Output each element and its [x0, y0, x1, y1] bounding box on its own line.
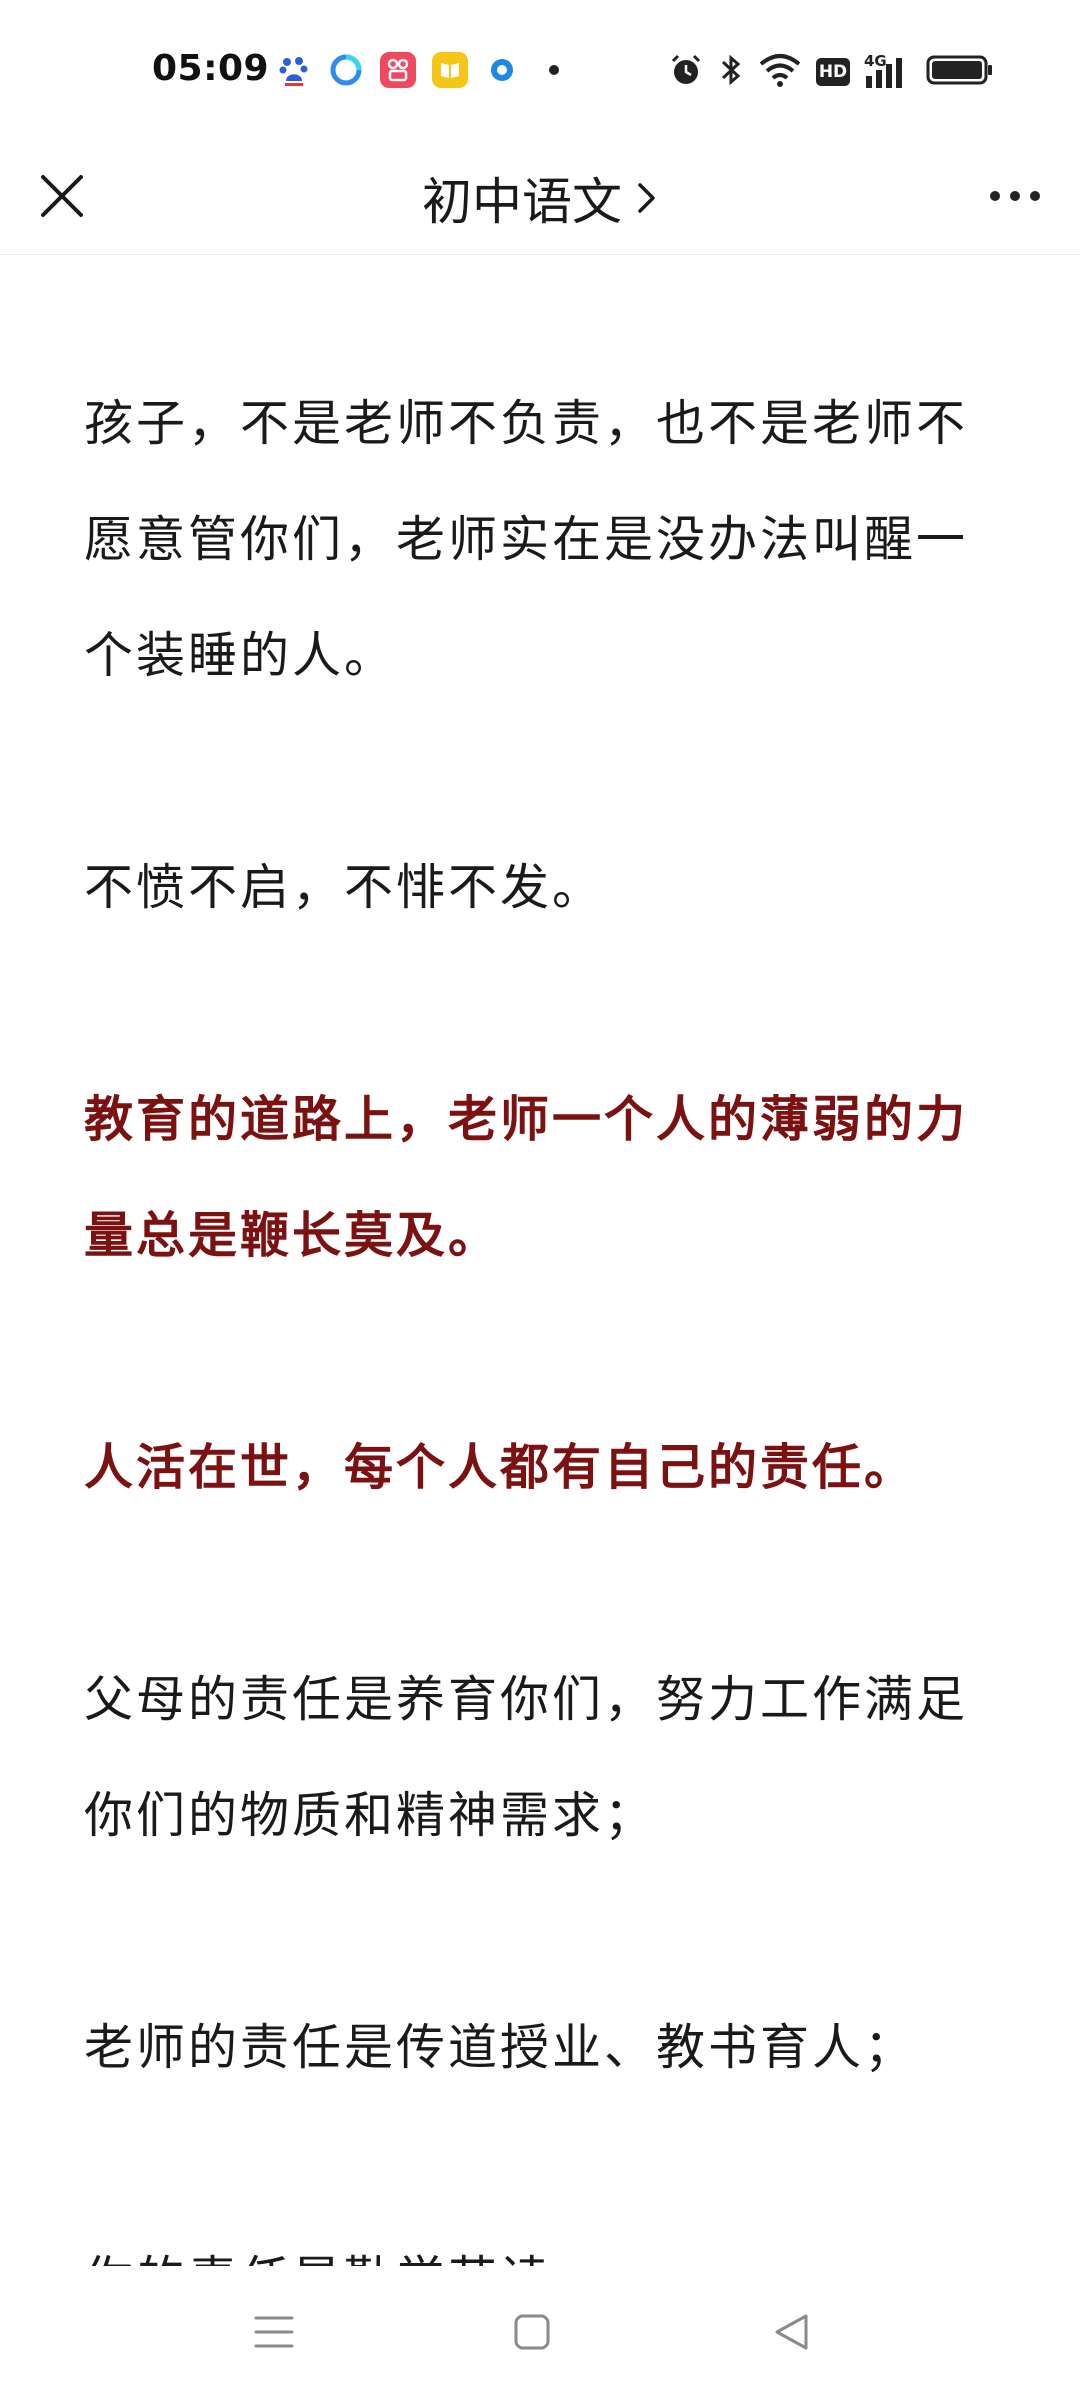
system-nav-bar	[0, 2266, 1080, 2400]
signal-4g-icon: 4G	[864, 52, 912, 90]
more-dot-icon	[536, 52, 572, 88]
article-paragraph-emphasis: 教育的道路上，老师一个人的薄弱的力量总是鞭长莫及。	[84, 1091, 969, 1264]
account-title-link[interactable]: 初中语文	[422, 162, 658, 234]
alarm-icon	[668, 52, 704, 92]
system-icons: HD 4G	[668, 52, 994, 92]
screen: 05:09 HD 4G 初中语文 孩子，不是老师不负责，也不是老师不愿意管你们，…	[0, 0, 1080, 2400]
bluetooth-icon	[718, 52, 744, 92]
more-dot-icon	[1030, 191, 1040, 201]
more-dot-icon	[990, 191, 1000, 201]
battery-icon	[926, 54, 994, 90]
nav-title-wrap: 初中语文	[0, 162, 1080, 234]
article-paragraph: 你的责任是勤学苦读	[84, 2222, 1004, 2266]
home-button[interactable]	[502, 2302, 562, 2362]
home-icon	[514, 2314, 550, 2350]
page-title: 初中语文	[422, 173, 622, 231]
browser-icon	[328, 52, 364, 88]
wifi-icon	[758, 52, 802, 92]
status-bar: 05:09 HD 4G	[0, 0, 1080, 140]
article-paragraph: 不愤不启，不悱不发。	[84, 859, 605, 916]
nav-bar: 初中语文	[0, 140, 1080, 255]
hd-icon: HD	[816, 58, 850, 86]
menu-icon	[254, 2316, 294, 2348]
reader-app-icon	[432, 52, 468, 88]
article-body: 孩子，不是老师不负责，也不是老师不愿意管你们，老师实在是没办法叫醒一个装睡的人。…	[84, 254, 1004, 2266]
more-dot-icon	[1010, 191, 1020, 201]
article-paragraph: 父母的责任是养育你们，努力工作满足你们的物质和精神需求；	[84, 1671, 969, 1844]
article-paragraph-emphasis: 人活在世，每个人都有自己的责任。	[84, 1439, 917, 1496]
more-options-button[interactable]	[980, 166, 1050, 226]
chevron-right-icon	[638, 183, 655, 213]
baidu-icon	[276, 52, 312, 88]
menu-button[interactable]	[244, 2302, 304, 2362]
article-paragraph: 老师的责任是传道授业、教书育人；	[84, 2019, 917, 2076]
article-paragraph: 孩子，不是老师不负责，也不是老师不愿意管你们，老师实在是没办法叫醒一个装睡的人。	[84, 395, 969, 684]
back-button[interactable]	[762, 2302, 822, 2362]
back-icon	[775, 2314, 808, 2350]
video-app-icon	[380, 52, 416, 88]
status-time: 05:09	[152, 48, 270, 89]
notification-icons	[276, 52, 572, 88]
app-ring-icon	[484, 52, 520, 88]
